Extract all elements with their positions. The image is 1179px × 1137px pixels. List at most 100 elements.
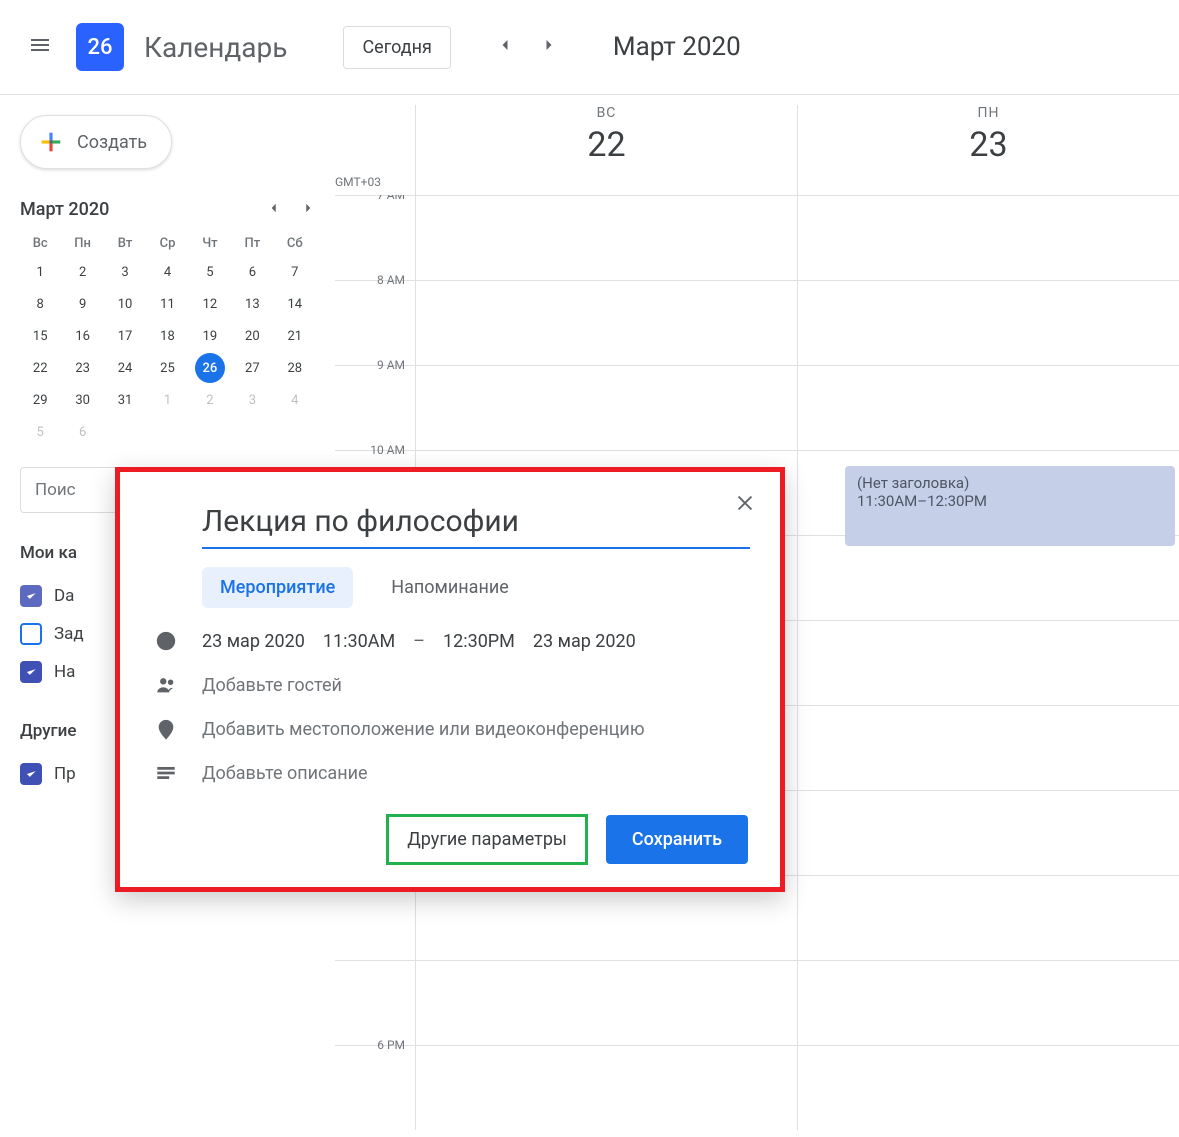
mini-cal-day[interactable]: 2 xyxy=(68,257,98,287)
mini-cal-day[interactable]: 3 xyxy=(237,385,267,415)
mini-calendar-title: Март 2020 xyxy=(20,199,109,220)
mini-cal-day[interactable]: 11 xyxy=(152,289,182,319)
add-description-button[interactable]: Добавьте описание xyxy=(202,763,368,784)
hour-cell[interactable] xyxy=(415,281,797,365)
hour-row[interactable]: 7 AM xyxy=(335,195,1179,280)
mini-cal-dow: Пн xyxy=(62,230,102,257)
mini-next-icon[interactable] xyxy=(301,200,315,219)
date-nav xyxy=(487,27,567,67)
mini-cal-day[interactable]: 24 xyxy=(110,353,140,383)
mini-cal-day[interactable]: 26 xyxy=(195,353,225,383)
create-button-label: Создать xyxy=(77,132,147,153)
mini-cal-day[interactable]: 12 xyxy=(195,289,225,319)
checkbox-icon[interactable] xyxy=(20,585,42,607)
mini-cal-day[interactable]: 5 xyxy=(195,257,225,287)
today-button[interactable]: Сегодня xyxy=(343,26,450,69)
hour-cell[interactable] xyxy=(415,1046,797,1130)
mini-cal-day[interactable]: 15 xyxy=(25,321,55,351)
mini-cal-day[interactable]: 13 xyxy=(237,289,267,319)
mini-cal-day[interactable]: 21 xyxy=(280,321,310,351)
hour-cell[interactable] xyxy=(797,706,1179,790)
add-guests-button[interactable]: Добавьте гостей xyxy=(202,675,342,696)
mini-cal-day[interactable]: 16 xyxy=(68,321,98,351)
mini-cal-day[interactable]: 27 xyxy=(237,353,267,383)
mini-cal-day[interactable]: 5 xyxy=(25,417,55,447)
mini-cal-day[interactable]: 4 xyxy=(152,257,182,287)
add-location-button[interactable]: Добавить местоположение или видеоконфере… xyxy=(202,719,645,740)
event-time-row[interactable]: 23 мар 2020 11:30AM – 12:30PM 23 мар 202… xyxy=(202,631,636,652)
hour-label xyxy=(335,953,415,1045)
mini-cal-dow: Сб xyxy=(275,230,315,257)
close-icon[interactable] xyxy=(728,486,762,524)
hour-cell[interactable] xyxy=(797,791,1179,875)
hour-label: 8 AM xyxy=(335,273,415,365)
mini-cal-day[interactable]: 18 xyxy=(152,321,182,351)
mini-cal-day[interactable]: 1 xyxy=(25,257,55,287)
checkbox-icon[interactable] xyxy=(20,623,42,645)
mini-cal-dow: Вс xyxy=(20,230,60,257)
mini-cal-day[interactable]: 29 xyxy=(25,385,55,415)
hour-row[interactable]: 9 AM xyxy=(335,365,1179,450)
mini-cal-dow: Чт xyxy=(190,230,230,257)
mini-cal-day[interactable]: 4 xyxy=(280,385,310,415)
mini-cal-day[interactable]: 3 xyxy=(110,257,140,287)
mini-cal-day[interactable]: 6 xyxy=(68,417,98,447)
hour-cell[interactable] xyxy=(797,536,1179,620)
people-icon xyxy=(152,674,180,696)
checkbox-icon[interactable] xyxy=(20,661,42,683)
mini-cal-day[interactable]: 2 xyxy=(195,385,225,415)
mini-cal-day[interactable]: 22 xyxy=(25,353,55,383)
hour-cell[interactable] xyxy=(797,621,1179,705)
end-date: 23 мар 2020 xyxy=(533,631,636,652)
mini-cal-day[interactable]: 20 xyxy=(237,321,267,351)
more-options-button[interactable]: Другие параметры xyxy=(386,814,588,865)
create-button[interactable]: Создать xyxy=(20,115,172,169)
quick-create-popover: Мероприятие Напоминание 23 мар 2020 11:3… xyxy=(115,467,785,892)
mini-cal-day[interactable]: 10 xyxy=(110,289,140,319)
mini-cal-day[interactable]: 1 xyxy=(152,385,182,415)
hour-row[interactable] xyxy=(335,960,1179,1045)
mini-cal-day[interactable]: 23 xyxy=(68,353,98,383)
event-title-input[interactable] xyxy=(202,500,750,549)
ghost-event-placeholder[interactable]: (Нет заголовка) 11:30AM–12:30PM xyxy=(845,466,1175,546)
next-period-icon[interactable] xyxy=(531,27,567,67)
mini-prev-icon[interactable] xyxy=(267,200,281,219)
hour-label: 9 AM xyxy=(335,358,415,450)
hamburger-menu-icon[interactable] xyxy=(20,25,60,69)
hour-cell[interactable] xyxy=(797,366,1179,450)
mini-cal-day[interactable]: 9 xyxy=(68,289,98,319)
calendar-item-label: Пр xyxy=(54,764,76,784)
mini-cal-day[interactable]: 31 xyxy=(110,385,140,415)
mini-cal-day[interactable]: 6 xyxy=(237,257,267,287)
mini-cal-day[interactable]: 19 xyxy=(195,321,225,351)
mini-cal-day[interactable]: 25 xyxy=(152,353,182,383)
hour-cell[interactable] xyxy=(415,961,797,1045)
mini-cal-day[interactable]: 30 xyxy=(68,385,98,415)
hour-cell[interactable] xyxy=(797,876,1179,960)
hour-row[interactable]: 6 PM xyxy=(335,1045,1179,1130)
mini-cal-day[interactable]: 28 xyxy=(280,353,310,383)
prev-period-icon[interactable] xyxy=(487,27,523,67)
hour-label: 6 PM xyxy=(335,1038,415,1130)
hour-cell[interactable] xyxy=(797,1046,1179,1130)
timezone-label: GMT+03 xyxy=(335,105,415,195)
app-title: Календарь xyxy=(144,31,287,64)
hour-cell[interactable] xyxy=(797,281,1179,365)
hour-cell[interactable] xyxy=(415,196,797,280)
hour-cell[interactable] xyxy=(797,961,1179,1045)
tab-reminder[interactable]: Напоминание xyxy=(373,567,527,608)
hour-cell[interactable] xyxy=(415,366,797,450)
start-time: 11:30AM xyxy=(323,631,395,652)
hour-row[interactable]: 8 AM xyxy=(335,280,1179,365)
mini-cal-day[interactable]: 17 xyxy=(110,321,140,351)
plus-icon xyxy=(37,128,65,156)
hour-cell[interactable] xyxy=(797,196,1179,280)
day-header: ВС22 xyxy=(415,105,797,195)
mini-cal-day[interactable]: 8 xyxy=(25,289,55,319)
app-logo: 26 xyxy=(76,23,124,71)
checkbox-icon[interactable] xyxy=(20,763,42,785)
mini-cal-day[interactable]: 7 xyxy=(280,257,310,287)
save-button[interactable]: Сохранить xyxy=(606,815,748,864)
tab-event[interactable]: Мероприятие xyxy=(202,567,353,608)
mini-cal-day[interactable]: 14 xyxy=(280,289,310,319)
